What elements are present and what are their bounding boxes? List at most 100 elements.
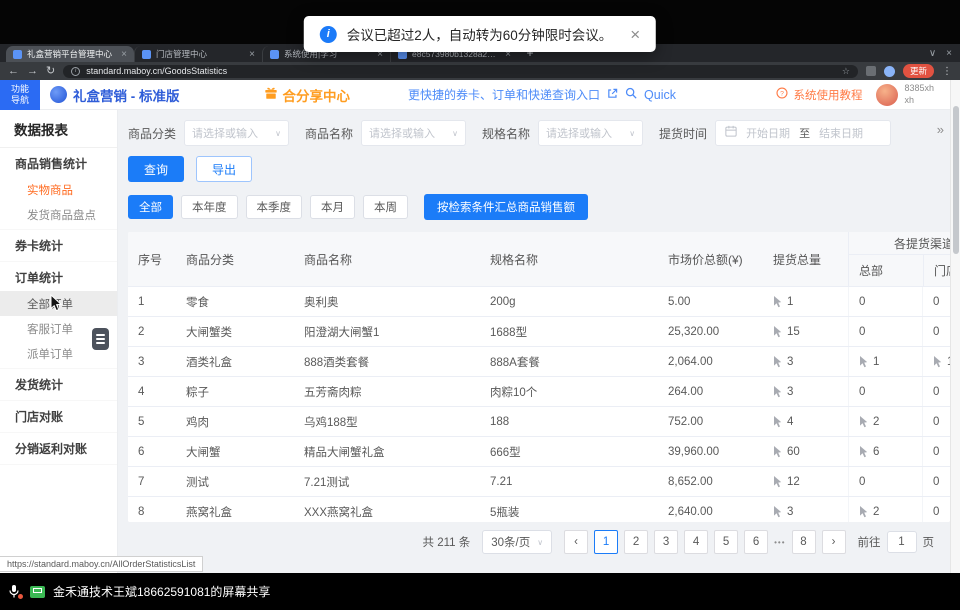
- date-range-picker[interactable]: 开始日期至结束日期: [715, 120, 891, 146]
- next-page-button[interactable]: ›: [822, 530, 846, 554]
- filter-select[interactable]: 请选择或输入∨: [184, 120, 289, 146]
- info-icon: i: [320, 26, 337, 43]
- pickup-count[interactable]: 2: [873, 416, 879, 428]
- table-cell[interactable]: 1: [848, 347, 922, 376]
- tab-close-icon[interactable]: ×: [249, 49, 255, 60]
- table-cell[interactable]: 3: [763, 497, 848, 522]
- forward-icon[interactable]: →: [27, 66, 38, 77]
- sidebar-item[interactable]: 发货商品盘点: [0, 202, 117, 227]
- pickup-count[interactable]: 6: [873, 446, 879, 458]
- pickup-count[interactable]: 15: [787, 326, 800, 338]
- scrollbar-thumb[interactable]: [953, 106, 959, 254]
- page-size-select[interactable]: 30条/页 ∨: [482, 530, 552, 554]
- site-info-icon[interactable]: i: [71, 67, 80, 76]
- range-tab[interactable]: 本月: [310, 195, 355, 219]
- range-tab[interactable]: 本年度: [181, 195, 238, 219]
- toast-close-icon[interactable]: ×: [630, 26, 640, 43]
- page-button[interactable]: 1: [594, 530, 618, 554]
- pickup-count[interactable]: 4: [787, 416, 793, 428]
- url-text[interactable]: standard.maboy.cn/GoodsStatistics: [86, 66, 836, 76]
- share-center-link[interactable]: 合分享中心: [264, 85, 351, 105]
- table-cell: 25,320.00: [658, 317, 763, 346]
- goto-page-input[interactable]: [887, 531, 917, 553]
- bookmark-star-icon[interactable]: ☆: [842, 66, 850, 77]
- filter-select[interactable]: 请选择或输入∨: [538, 120, 643, 146]
- table-cell[interactable]: 1: [763, 287, 848, 316]
- address-bar[interactable]: i standard.maboy.cn/GoodsStatistics ☆: [63, 65, 858, 78]
- page-button[interactable]: 5: [714, 530, 738, 554]
- tab-close-icon[interactable]: ×: [121, 49, 127, 60]
- sidebar-group-label[interactable]: 订单统计: [0, 264, 117, 291]
- page-button[interactable]: 8: [792, 530, 816, 554]
- export-button[interactable]: 导出: [196, 156, 252, 182]
- filter-select[interactable]: 请选择或输入∨: [361, 120, 466, 146]
- filter-group: 提货时间开始日期至结束日期: [659, 120, 891, 146]
- pickup-count[interactable]: 2: [873, 506, 879, 518]
- page-scrollbar[interactable]: [950, 80, 960, 573]
- screen-share-icon[interactable]: [30, 586, 45, 598]
- sidebar-item[interactable]: 实物商品: [0, 177, 117, 202]
- sidebar-group-label[interactable]: 门店对账: [0, 403, 117, 430]
- page-button[interactable]: 3: [654, 530, 678, 554]
- extensions-icon[interactable]: [866, 66, 876, 76]
- range-tab[interactable]: 全部: [128, 195, 173, 219]
- table-cell[interactable]: 60: [763, 437, 848, 466]
- reload-icon[interactable]: ↻: [46, 66, 55, 77]
- range-tab[interactable]: 本季度: [246, 195, 303, 219]
- table-cell[interactable]: 12: [763, 467, 848, 496]
- table-cell: 奥利奥: [294, 287, 480, 316]
- pickup-count[interactable]: 12: [787, 476, 800, 488]
- tab-search-icon[interactable]: ∨: [929, 48, 936, 59]
- pickup-count[interactable]: 3: [787, 506, 793, 518]
- browser-tab[interactable]: 礼盒营销平台管理中心×: [6, 46, 134, 62]
- pickup-count[interactable]: 3: [787, 386, 793, 398]
- table-cell[interactable]: 3: [763, 377, 848, 406]
- table-cell: 888酒类套餐: [294, 347, 480, 376]
- user-name: 8385xh: [904, 83, 934, 94]
- sidebar-group-label[interactable]: 商品销售统计: [0, 150, 117, 177]
- browser-update-button[interactable]: 更新: [903, 64, 934, 78]
- table-cell: 1: [128, 287, 176, 316]
- sidebar-collapse-handle[interactable]: [92, 328, 109, 350]
- pickup-count[interactable]: 1: [787, 296, 793, 308]
- window-close-icon[interactable]: ×: [946, 48, 952, 59]
- table-cell[interactable]: 4: [763, 407, 848, 436]
- back-icon[interactable]: ←: [8, 66, 19, 77]
- pickup-count[interactable]: 3: [787, 356, 793, 368]
- tutorial-link[interactable]: ? 系统使用教程: [776, 87, 862, 103]
- filter-row: 商品分类请选择或输入∨商品名称请选择或输入∨规格名称请选择或输入∨提货时间开始日…: [128, 120, 950, 146]
- date-separator: 至: [799, 125, 810, 141]
- summary-button[interactable]: 按检索条件汇总商品销售额: [424, 194, 588, 220]
- query-button[interactable]: 查询: [128, 156, 184, 182]
- microphone-icon[interactable]: [8, 584, 22, 600]
- prev-page-button[interactable]: ‹: [564, 530, 588, 554]
- table-cell[interactable]: 3: [763, 347, 848, 376]
- sidebar-group: 发货统计: [0, 369, 117, 401]
- table-cell[interactable]: 2: [848, 497, 922, 522]
- page-button[interactable]: 2: [624, 530, 648, 554]
- table-cell[interactable]: 2: [848, 407, 922, 436]
- table-cell[interactable]: 1: [922, 347, 950, 376]
- pickup-count[interactable]: 1: [873, 356, 879, 368]
- collapse-filters-icon[interactable]: »: [937, 122, 944, 137]
- table-row: 1零食奥利奥200g5.00100: [128, 287, 950, 317]
- function-nav-toggle[interactable]: 功能导航: [0, 80, 40, 110]
- table-cell: 0: [922, 377, 950, 406]
- table-cell: 8: [128, 497, 176, 522]
- quick-entry-link[interactable]: 更快捷的券卡、订单和快递查询入口 Quick: [408, 86, 676, 103]
- browser-menu-icon[interactable]: ⋮: [942, 66, 952, 77]
- sidebar-group-label[interactable]: 分销返利对账: [0, 435, 117, 462]
- sidebar-group-label[interactable]: 券卡统计: [0, 232, 117, 259]
- page-button[interactable]: 4: [684, 530, 708, 554]
- pickup-count[interactable]: 60: [787, 446, 800, 458]
- browser-tab[interactable]: 门店管理中心×: [134, 46, 262, 62]
- table-cell: 2: [128, 317, 176, 346]
- table-cell[interactable]: 15: [763, 317, 848, 346]
- range-tab[interactable]: 本周: [363, 195, 408, 219]
- browser-profile-avatar[interactable]: [884, 66, 895, 77]
- page-button[interactable]: 6: [744, 530, 768, 554]
- sidebar-group-label[interactable]: 发货统计: [0, 371, 117, 398]
- column-header: 提货总量: [763, 232, 848, 286]
- table-cell[interactable]: 6: [848, 437, 922, 466]
- user-menu[interactable]: 8385xh xh: [876, 83, 934, 106]
